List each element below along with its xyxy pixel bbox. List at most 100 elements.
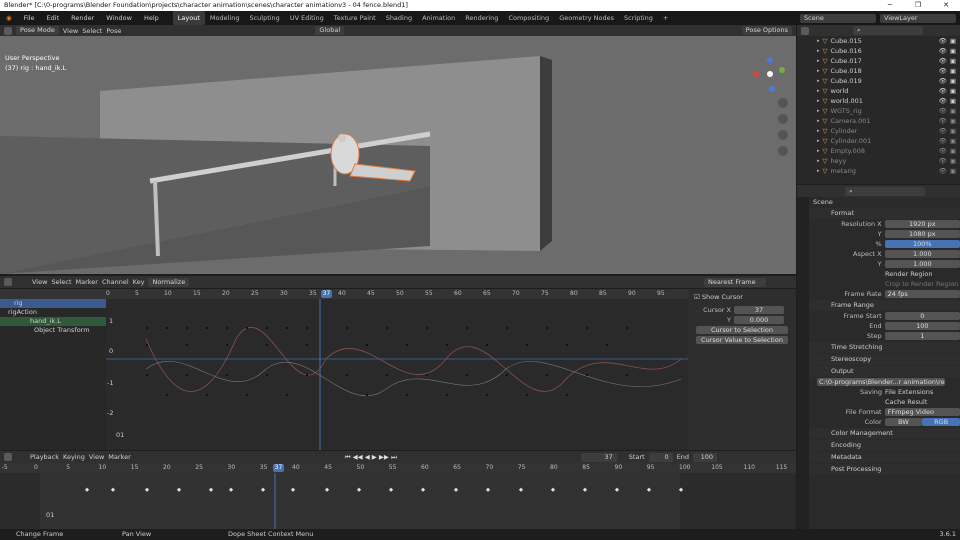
cursor-to-selection-button[interactable]: Cursor to Selection — [696, 326, 788, 334]
encoding-section[interactable]: Encoding — [809, 440, 960, 451]
graph-editor-type-icon[interactable] — [4, 278, 12, 286]
visibility-icon[interactable]: 👁 — [939, 97, 947, 105]
tab-sculpting[interactable]: Sculpting — [244, 11, 284, 25]
expand-icon[interactable]: ▸ — [817, 68, 820, 74]
tab-shading[interactable]: Shading — [381, 11, 417, 25]
close-button[interactable]: ✕ — [932, 0, 960, 11]
outliner-row[interactable]: ▸ ▽ Cube.016 👁 ▣ — [797, 46, 960, 56]
cursor-y-field[interactable]: 0.000 — [734, 316, 784, 324]
visibility-icon[interactable]: 👁 — [939, 37, 947, 45]
menu-render[interactable]: Render — [65, 11, 100, 25]
outliner-row[interactable]: ▸ ▽ world 👁 ▣ — [797, 86, 960, 96]
render-icon[interactable]: ▣ — [950, 37, 956, 45]
expand-icon[interactable]: ▸ — [817, 148, 820, 154]
frame-step-field[interactable]: 1 — [884, 332, 960, 340]
expand-icon[interactable]: ▸ — [817, 88, 820, 94]
timeline-type-icon[interactable] — [4, 453, 12, 461]
expand-icon[interactable]: ▸ — [817, 118, 820, 124]
graph-area[interactable]: 0 5 10 15 20 25 30 35 37 40 45 50 55 60 65 70 75 80 85 90 95… — [106, 289, 688, 450]
expand-icon[interactable]: ▸ — [817, 48, 820, 54]
graph-menu-select[interactable]: Select — [51, 278, 71, 286]
menu-view[interactable]: View — [63, 27, 78, 35]
properties-search[interactable]: ⌕ — [845, 186, 925, 196]
expand-icon[interactable]: ▸ — [817, 38, 820, 44]
tab-rendering[interactable]: Rendering — [460, 11, 503, 25]
cursor-value-to-selection-button[interactable]: Cursor Value to Selection — [696, 336, 788, 344]
visibility-icon[interactable]: 👁 — [939, 157, 947, 165]
outliner-type-icon[interactable] — [801, 26, 809, 35]
timeline-menu-keying[interactable]: Keying — [63, 453, 85, 461]
render-icon[interactable]: ▣ — [950, 137, 956, 145]
outliner-row[interactable]: ▸ ▽ Cylinder 👁 ▣ — [797, 126, 960, 136]
outliner-row[interactable]: ▸ ▽ WGTS_rig 👁 ▣ — [797, 106, 960, 116]
editor-type-icon[interactable] — [4, 26, 12, 35]
camera-view-icon[interactable] — [778, 130, 788, 140]
menu-select[interactable]: Select — [82, 27, 102, 35]
render-icon[interactable]: ▣ — [950, 57, 956, 65]
visibility-icon[interactable]: 👁 — [939, 107, 947, 115]
outliner-row[interactable]: ▸ ▽ Cube.017 👁 ▣ — [797, 56, 960, 66]
visibility-icon[interactable]: 👁 — [939, 117, 947, 125]
outliner-row[interactable]: ▸ ▽ Camera.001 👁 ▣ — [797, 116, 960, 126]
color-bw-button[interactable]: BW — [884, 418, 923, 426]
outliner-row[interactable]: ▸ ▽ world.001 👁 ▣ — [797, 96, 960, 106]
timeline-ruler[interactable]: -5 0 5 10 15 20 25 30 35 37 40 45 50 55 60 65 70 75 80 85 90… — [0, 463, 796, 473]
render-icon[interactable]: ▣ — [950, 117, 956, 125]
time-stretching-section[interactable]: Time Stretching — [809, 342, 960, 353]
render-icon[interactable]: ▣ — [950, 97, 956, 105]
aspect-y-field[interactable]: 1.000 — [884, 260, 960, 268]
tab-texture-paint[interactable]: Texture Paint — [329, 11, 381, 25]
graph-menu-channel[interactable]: Channel — [102, 278, 129, 286]
menu-edit[interactable]: Edit — [41, 11, 66, 25]
menu-file[interactable]: File — [18, 11, 41, 25]
frame-start-field[interactable]: 0 — [884, 312, 960, 320]
post-processing-section[interactable]: Post Processing — [809, 464, 960, 475]
tab-scripting[interactable]: Scripting — [619, 11, 658, 25]
render-icon[interactable]: ▣ — [950, 167, 956, 175]
tab-uv-editing[interactable]: UV Editing — [285, 11, 329, 25]
visibility-icon[interactable]: 👁 — [939, 47, 947, 55]
render-icon[interactable]: ▣ — [950, 107, 956, 115]
hand-pan-icon[interactable] — [778, 114, 788, 124]
color-rgb-button[interactable]: RGB — [922, 418, 960, 426]
render-icon[interactable]: ▣ — [950, 77, 956, 85]
visibility-icon[interactable]: 👁 — [939, 67, 947, 75]
metadata-section[interactable]: Metadata — [809, 452, 960, 463]
frame-end-field[interactable]: 100 — [884, 322, 960, 330]
show-cursor-checkbox[interactable]: ☑ Show Cursor — [688, 289, 796, 305]
color-management-section[interactable]: Color Management — [809, 428, 960, 439]
end-frame-field[interactable]: 100 — [693, 452, 718, 462]
graph-ruler[interactable]: 0 5 10 15 20 25 30 35 37 40 45 50 55 60 65 70 75 80 85 90 95 — [106, 289, 688, 299]
outliner-row[interactable]: ▸ ▽ Empty.008 👁 ▣ — [797, 146, 960, 156]
pose-options-button[interactable]: Pose Options — [741, 26, 792, 35]
navigation-gizmo[interactable] — [752, 56, 788, 92]
render-icon[interactable]: ▣ — [950, 47, 956, 55]
outliner-row[interactable]: ▸ ▽ heyy 👁 ▣ — [797, 156, 960, 166]
expand-icon[interactable]: ▸ — [817, 128, 820, 134]
channel-rig[interactable]: rig — [0, 299, 106, 308]
menu-pose[interactable]: Pose — [106, 27, 121, 35]
timeline-menu-playback[interactable]: Playback — [30, 453, 59, 461]
render-region-checkbox[interactable]: Render Region — [885, 270, 932, 278]
snap-mode-select[interactable]: Nearest Frame — [704, 277, 766, 287]
channel-hand-ik[interactable]: hand_ik.L — [0, 317, 106, 326]
expand-icon[interactable]: ▸ — [817, 98, 820, 104]
crop-checkbox[interactable]: Crop to Render Region — [885, 280, 958, 288]
render-icon[interactable]: ▣ — [950, 87, 956, 95]
render-icon[interactable]: ▣ — [950, 157, 956, 165]
channel-action[interactable]: rigAction — [0, 308, 106, 317]
visibility-icon[interactable]: 👁 — [939, 127, 947, 135]
expand-icon[interactable]: ▸ — [817, 158, 820, 164]
view-layer-selector[interactable]: ViewLayer — [880, 13, 956, 23]
mode-selector[interactable]: Pose Mode — [16, 26, 59, 35]
start-frame-field[interactable]: 0 — [648, 452, 673, 462]
outliner-row[interactable]: ▸ ▽ Cube.019 👁 ▣ — [797, 76, 960, 86]
tab-animation[interactable]: Animation — [417, 11, 460, 25]
res-y-field[interactable]: 1080 px — [884, 230, 960, 238]
timeline-marker[interactable]: 01 — [46, 511, 54, 519]
format-section[interactable]: Format — [809, 208, 960, 219]
outliner-row[interactable]: ▸ ▽ Cube.018 👁 ▣ — [797, 66, 960, 76]
visibility-icon[interactable]: 👁 — [939, 57, 947, 65]
outliner-row[interactable]: ▸ ▽ Cube.015 👁 ▣ — [797, 36, 960, 46]
expand-icon[interactable]: ▸ — [817, 78, 820, 84]
